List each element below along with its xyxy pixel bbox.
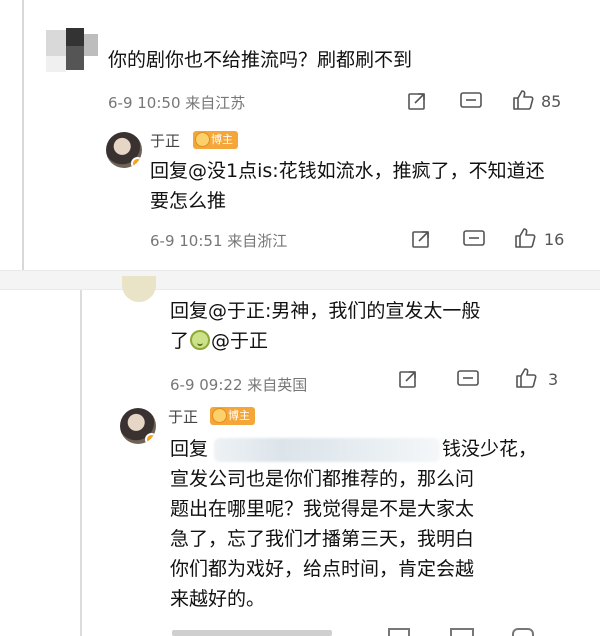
like-icon[interactable] xyxy=(513,226,537,250)
author-badge: 博主 xyxy=(210,407,255,425)
reply-meta: 6-9 10:51 来自浙江 xyxy=(150,232,288,250)
author-badge: 博主 xyxy=(193,131,238,149)
reply-text-line: 题出在哪里呢？我觉得是不是大家太 xyxy=(170,498,475,520)
comment-text-line: 了 @于正 xyxy=(170,330,269,352)
like-count: 85 xyxy=(541,92,562,111)
comment-icon[interactable] xyxy=(462,228,486,250)
blurred-username xyxy=(214,438,440,462)
comment-text-line: 回复@于正:男神，我们的宣发太一般 xyxy=(170,300,481,322)
comment-meta: 6-9 09:22 来自英国 xyxy=(170,376,308,394)
reply-text-line: 回复@没1点is:花钱如流水，推疯了，不知道还 xyxy=(150,160,545,182)
comment-icon[interactable] xyxy=(459,90,483,112)
share-icon[interactable] xyxy=(397,368,419,390)
comment-icon[interactable] xyxy=(456,368,480,390)
reply-text-line: 急了，忘了我们才播第三天，我明白 xyxy=(170,528,475,550)
share-icon[interactable] xyxy=(406,90,428,112)
verified-badge-icon xyxy=(145,433,156,444)
like-count: 16 xyxy=(544,230,565,249)
avatar[interactable] xyxy=(120,408,156,444)
mention-link[interactable]: @于正 xyxy=(211,330,268,352)
smile-emoji-icon xyxy=(190,330,211,350)
badge-face-icon xyxy=(195,132,210,147)
verified-badge-icon xyxy=(131,157,142,168)
like-icon[interactable] xyxy=(511,88,535,112)
author-name[interactable]: 于正 xyxy=(150,130,180,151)
section-divider xyxy=(0,270,600,290)
like-icon[interactable] xyxy=(514,366,538,390)
avatar[interactable] xyxy=(106,132,142,168)
share-icon[interactable] xyxy=(410,228,432,250)
badge-face-icon xyxy=(212,408,227,423)
comment-meta: 6-9 10:50 来自江苏 xyxy=(108,94,246,112)
reply-text-line: 回复 xyxy=(170,438,209,460)
author-name[interactable]: 于正 xyxy=(168,406,198,427)
like-count: 3 xyxy=(548,370,559,389)
reply-text-line: 你们都为戏好，给点时间，肯定会越 xyxy=(170,558,475,580)
reply-text-line: 要怎么推 xyxy=(150,190,227,212)
reply-text-line: 宣发公司也是你们都推荐的，那么问 xyxy=(170,468,475,490)
reply-text-line: 来越好的。 xyxy=(170,588,266,610)
comment-text: 你的剧你也不给推流吗？刷都刷不到 xyxy=(108,49,413,71)
reply-text-line: 钱没少花， xyxy=(442,438,538,460)
